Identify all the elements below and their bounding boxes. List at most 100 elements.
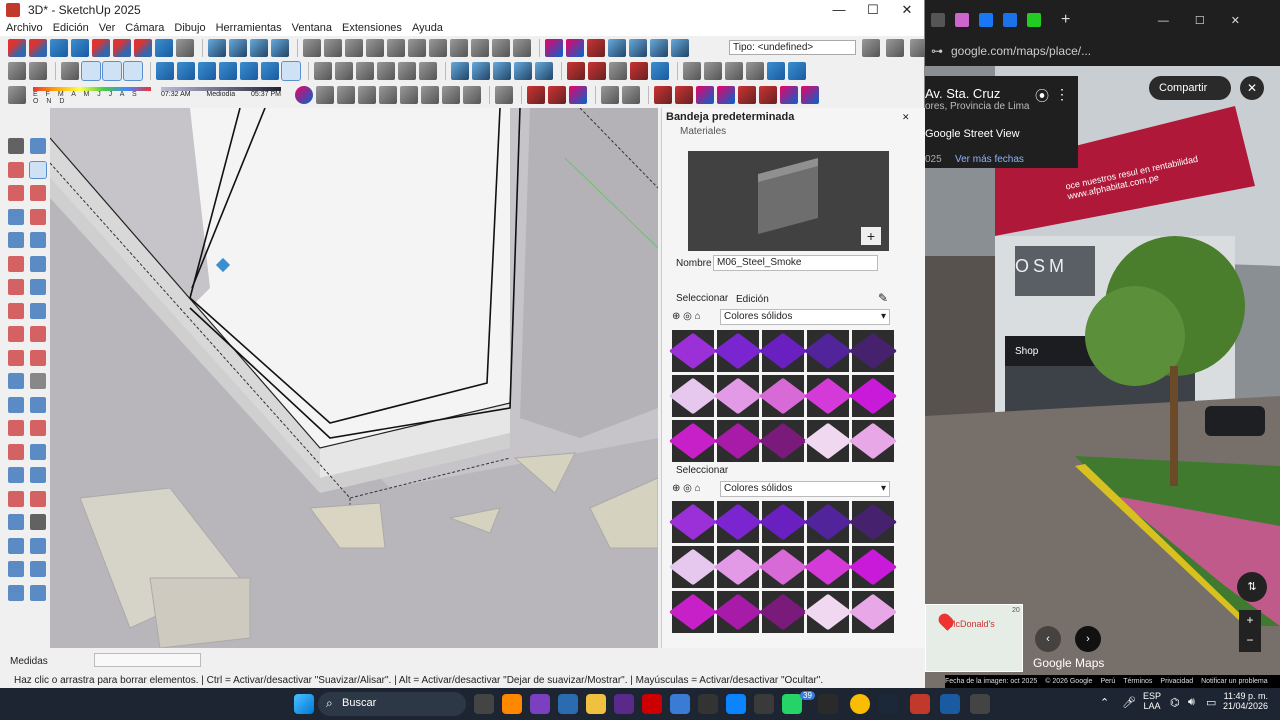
material-swatch[interactable] [848, 375, 898, 417]
dome-icon[interactable] [379, 86, 397, 104]
tool-arc-2pt-icon[interactable] [30, 255, 46, 272]
view-top-icon[interactable] [177, 62, 195, 80]
tab-edicion[interactable]: Edición [736, 294, 769, 305]
language-indicator[interactable]: ESP LAA [1140, 691, 1164, 711]
sandbox-from-contours-icon[interactable] [545, 39, 563, 57]
view-back-icon[interactable] [240, 62, 258, 80]
section-display-icon[interactable] [229, 39, 247, 57]
section-fill-icon[interactable] [271, 39, 289, 57]
tool-rotated-rect-icon[interactable] [30, 208, 46, 225]
menu-edicion[interactable]: Edición [53, 22, 89, 34]
menu-ver[interactable]: Ver [99, 22, 116, 34]
material-swatch[interactable] [668, 330, 718, 372]
clock-icon[interactable] [421, 86, 439, 104]
menu-camara[interactable]: Cámara [125, 22, 164, 34]
sketchup-task-icon[interactable] [940, 694, 960, 714]
copy-icon[interactable] [387, 39, 405, 57]
start-icon[interactable] [294, 694, 314, 714]
next-arrow-icon[interactable]: › [1075, 626, 1101, 652]
tool-arc-3pt-icon[interactable] [30, 279, 46, 295]
material-swatch[interactable] [758, 591, 808, 633]
mic-icon[interactable]: 🎤︎ [1122, 696, 1136, 709]
app-icon-6[interactable] [698, 694, 718, 714]
3d-viewport[interactable] [50, 108, 658, 648]
tool-orbit-icon[interactable] [8, 443, 24, 460]
menu-herramientas[interactable]: Herramientas [216, 22, 282, 34]
fredo-g-icon[interactable] [780, 86, 798, 104]
text-icon[interactable] [651, 62, 669, 80]
wifi-icon[interactable]: ⌬ [1170, 696, 1180, 709]
blue-drop-icon[interactable] [788, 62, 806, 80]
app-icon-8[interactable] [818, 694, 838, 714]
tool-polygon-icon[interactable] [30, 232, 46, 248]
view-left-icon[interactable] [261, 62, 279, 80]
material-swatch[interactable] [803, 330, 853, 372]
tool-look-around-icon[interactable] [8, 537, 24, 554]
cut-icon[interactable] [366, 39, 384, 57]
material-swatch[interactable] [803, 591, 853, 633]
fog-icon[interactable] [725, 62, 743, 80]
view-right-icon[interactable] [219, 62, 237, 80]
tab-favicon-4[interactable] [1027, 13, 1041, 27]
fredo-d-icon[interactable] [717, 86, 735, 104]
volume-icon[interactable]: 🔊︎ [1188, 696, 1195, 709]
tab-favicon-3[interactable] [1003, 13, 1017, 27]
close-street-view-button[interactable]: ✕ [1240, 76, 1264, 100]
material-swatch[interactable] [758, 420, 808, 462]
tool-move-icon[interactable] [8, 326, 24, 342]
zoom-extents-icon[interactable] [92, 39, 110, 57]
maximize-button[interactable]: ☐ [856, 2, 890, 18]
tool-select-icon[interactable] [29, 39, 47, 57]
smoove-icon[interactable] [587, 39, 605, 57]
tool-walk-icon[interactable] [30, 514, 46, 530]
shield-icon[interactable] [527, 86, 545, 104]
fredo-f-icon[interactable] [759, 86, 777, 104]
arc-icon[interactable] [495, 86, 513, 104]
folder-icon[interactable] [683, 62, 701, 80]
measure-input[interactable] [94, 653, 201, 667]
address-bar[interactable]: ⊶ google.com/maps/place/... [931, 40, 1271, 62]
app-icon-4[interactable] [642, 694, 662, 714]
app-icon-10[interactable] [970, 694, 990, 714]
paint-bucket-icon[interactable] [8, 86, 26, 104]
menu-ayuda[interactable]: Ayuda [412, 22, 443, 34]
nav-icons-2[interactable]: ⊕ ◎ ⌂ [672, 483, 701, 494]
material-swatch[interactable] [668, 501, 718, 543]
material-swatch[interactable] [668, 591, 718, 633]
checkmark-icon[interactable] [862, 39, 880, 57]
more-options-icon[interactable]: ⋮ [1055, 86, 1069, 103]
app-icon-5[interactable] [670, 694, 690, 714]
more-dates-link[interactable]: Ver más fechas [955, 154, 1024, 165]
new-file-icon[interactable] [303, 39, 321, 57]
tab-favicon-2[interactable] [955, 13, 969, 27]
tool-previous-icon[interactable] [30, 490, 46, 507]
solid-split-icon[interactable] [535, 62, 553, 80]
tool-follow-me-icon[interactable] [30, 302, 46, 319]
tool-text-icon[interactable] [30, 396, 46, 413]
shadow-time-slider[interactable]: 07:32 AM Mediodía 05:37 PM [161, 85, 281, 105]
stair-icon[interactable] [601, 86, 619, 104]
add-location-icon[interactable] [588, 62, 606, 80]
paste-icon[interactable] [408, 39, 426, 57]
material-swatch[interactable] [758, 501, 808, 543]
tree-icon[interactable] [569, 86, 587, 104]
tool-axes-icon[interactable] [8, 420, 24, 436]
print-icon[interactable] [492, 39, 510, 57]
menu-archivo[interactable]: Archivo [6, 22, 43, 34]
mini-map[interactable]: McDonald's 20 [925, 604, 1023, 672]
tool-protractor-icon[interactable] [30, 373, 46, 389]
zoom-icon[interactable] [50, 39, 68, 57]
user-icon[interactable] [29, 62, 47, 80]
fredo-b-icon[interactable] [675, 86, 693, 104]
solid-trim-icon[interactable] [514, 62, 532, 80]
minimize-button[interactable]: — [822, 2, 856, 18]
terms-link[interactable]: Términos [1123, 678, 1152, 685]
new-tab-icon[interactable]: + [1061, 11, 1070, 29]
nav-icons[interactable]: ⊕ ◎ ⌂ [672, 311, 701, 322]
tool-select-icon[interactable] [8, 138, 24, 154]
material-swatch[interactable] [758, 546, 808, 588]
material-swatch[interactable] [803, 375, 853, 417]
material-swatch[interactable] [758, 330, 808, 372]
material-swatch[interactable] [848, 420, 898, 462]
section-cuts-icon[interactable] [250, 39, 268, 57]
